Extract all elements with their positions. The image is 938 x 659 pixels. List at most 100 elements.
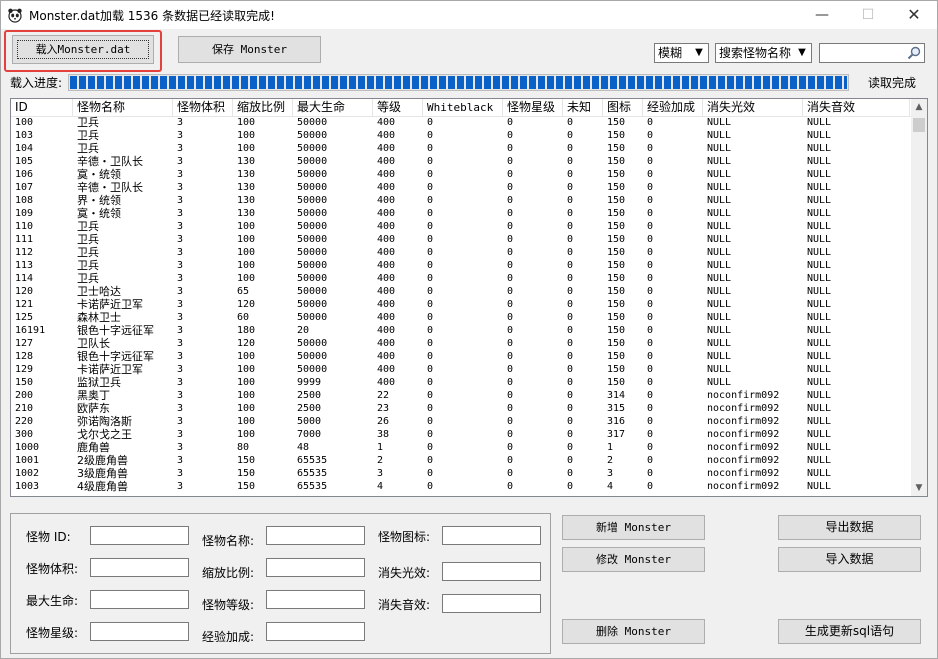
- level-input[interactable]: [266, 590, 365, 609]
- table-row[interactable]: 103 卫兵 3 100 50000 400 0 0 0 150 0 NULL NULL: [11, 129, 910, 142]
- modify-monster-button[interactable]: 修改 Monster: [562, 547, 705, 572]
- vanish-light-input[interactable]: [442, 562, 541, 581]
- table-row[interactable]: 114 卫兵 3 100 50000 400 0 0 0 150 0 NULL NULL: [11, 272, 910, 285]
- table-row[interactable]: 129 卡诺萨近卫军 3 100 50000 400 0 0 0 150 0 NULL NULL: [11, 363, 910, 376]
- table-cell: 0: [647, 169, 654, 180]
- minimize-button[interactable]: —: [799, 1, 845, 29]
- generate-sql-button[interactable]: 生成更新sql语句: [778, 619, 921, 644]
- table-cell: NULL: [707, 208, 732, 219]
- table-cell: 0: [427, 117, 434, 128]
- table-row[interactable]: 127 卫队长 3 120 50000 400 0 0 0 150 0 NULL NULL: [11, 337, 910, 350]
- table-row[interactable]: 109 寞・统领 3 130 50000 400 0 0 0 150 0 NULL NULL: [11, 207, 910, 220]
- table-row[interactable]: 1001 2级鹿角兽 3 150 65535 2 0 0 0 2 0 noconfirm092 NULL: [11, 454, 910, 467]
- close-button[interactable]: ✕: [891, 1, 937, 29]
- search-field-select[interactable]: 搜索怪物名称 ▼: [715, 43, 812, 63]
- table-cell: noconfirm092: [707, 481, 780, 492]
- table-row[interactable]: 104 卫兵 3 100 50000 400 0 0 0 150 0 NULL NULL: [11, 142, 910, 155]
- table-row[interactable]: 128 银色十字远征军 3 100 50000 400 0 0 0 150 0 NULL NULL: [11, 350, 910, 363]
- table-row[interactable]: 200 黑奥丁 3 100 2500 22 0 0 0 314 0 noconfirm092 NULL: [11, 389, 910, 402]
- icon-input[interactable]: [442, 526, 541, 545]
- table-row[interactable]: 111 卫兵 3 100 50000 400 0 0 0 150 0 NULL NULL: [11, 233, 910, 246]
- table-row[interactable]: 220 弥诺陶洛斯 3 100 5000 26 0 0 0 316 0 noconfirm092 NUL…: [11, 415, 910, 428]
- table-cell: 0: [567, 468, 574, 479]
- scroll-down-icon[interactable]: ▼: [911, 480, 927, 496]
- table-cell: 400: [377, 195, 396, 206]
- column-header[interactable]: 怪物星级: [503, 99, 563, 116]
- column-header[interactable]: 图标: [603, 99, 643, 116]
- scale-input[interactable]: [266, 558, 365, 577]
- max-hp-input[interactable]: [90, 590, 189, 609]
- table-cell: 100: [237, 377, 256, 388]
- column-header[interactable]: 等级: [373, 99, 423, 116]
- delete-monster-button[interactable]: 删除 Monster: [562, 619, 705, 644]
- icon-label: 怪物图标:: [378, 530, 431, 544]
- table-row[interactable]: 121 卡诺萨近卫军 3 120 50000 400 0 0 0 150 0 NULL NULL: [11, 298, 910, 311]
- column-header[interactable]: Whiteblack: [423, 99, 503, 116]
- monster-name-input[interactable]: [266, 526, 365, 545]
- table-row[interactable]: 150 监狱卫兵 3 100 9999 400 0 0 0 150 0 NULL NULL: [11, 376, 910, 389]
- maximize-button[interactable]: ☐: [845, 1, 891, 29]
- table-cell: 100: [237, 403, 256, 414]
- column-header[interactable]: 消失音效: [803, 99, 910, 116]
- monster-table[interactable]: ID 怪物名称 怪物体积 缩放比例 最大生命 等级 Whiteblack 怪物星级 未知 图标 经验…: [10, 98, 928, 497]
- column-header[interactable]: 怪物名称: [73, 99, 173, 116]
- table-row[interactable]: 1002 3级鹿角兽 3 150 65535 3 0 0 0 3 0 noconfirm092 NULL: [11, 467, 910, 480]
- table-row[interactable]: 110 卫兵 3 100 50000 400 0 0 0 150 0 NULL NULL: [11, 220, 910, 233]
- table-row[interactable]: 210 欧萨东 3 100 2500 23 0 0 0 315 0 noconfirm092 NULL: [11, 402, 910, 415]
- table-cell: 50000: [297, 364, 328, 375]
- table-row[interactable]: 112 卫兵 3 100 50000 400 0 0 0 150 0 NULL NULL: [11, 246, 910, 259]
- import-data-button[interactable]: 导入数据: [778, 547, 921, 572]
- column-header[interactable]: 未知: [563, 99, 603, 116]
- table-cell: 0: [507, 130, 514, 141]
- column-header[interactable]: 怪物体积: [173, 99, 233, 116]
- table-row[interactable]: 113 卫兵 3 100 50000 400 0 0 0 150 0 NULL NULL: [11, 259, 910, 272]
- export-data-button[interactable]: 导出数据: [778, 515, 921, 540]
- table-row[interactable]: 1003 4级鹿角兽 3 150 65535 4 0 0 0 4 0 noconfirm092 NULL: [11, 480, 910, 493]
- column-header[interactable]: 经验加成: [643, 99, 703, 116]
- column-header[interactable]: 最大生命: [293, 99, 373, 116]
- table-row[interactable]: 105 辛德・卫队长 3 130 50000 400 0 0 0 150 0 NULL NULL: [11, 155, 910, 168]
- table-row[interactable]: 300 戈尔戈之王 3 100 7000 38 0 0 0 317 0 noconfirm092 NUL…: [11, 428, 910, 441]
- match-mode-select[interactable]: 模糊 ▼: [654, 43, 709, 63]
- table-cell: 0: [427, 416, 434, 427]
- volume-input[interactable]: [90, 558, 189, 577]
- title-bar[interactable]: Monster.dat加载 1536 条数据已经读取完成! — ☐ ✕: [1, 1, 937, 29]
- table-row[interactable]: 107 辛德・卫队长 3 130 50000 400 0 0 0 150 0 NULL NULL: [11, 181, 910, 194]
- table-cell: 0: [567, 156, 574, 167]
- table-cell: 400: [377, 364, 396, 375]
- vanish-sound-input[interactable]: [442, 594, 541, 613]
- table-cell: 129: [15, 364, 34, 375]
- table-row[interactable]: 106 寞・统领 3 130 50000 400 0 0 0 150 0 NULL NULL: [11, 168, 910, 181]
- column-header[interactable]: 缩放比例: [233, 99, 293, 116]
- table-cell: 400: [377, 169, 396, 180]
- save-monster-button[interactable]: 保存 Monster: [178, 36, 321, 63]
- search-input[interactable]: [819, 43, 925, 63]
- search-icon[interactable]: [906, 45, 922, 61]
- table-cell: 卫兵: [77, 129, 99, 142]
- vertical-scrollbar[interactable]: ▲ ▼: [911, 99, 927, 496]
- table-row[interactable]: 1000 鹿角兽 3 80 48 1 0 0 0 1 0 noconfirm092 NULL: [11, 441, 910, 454]
- table-row[interactable]: 108 界・统领 3 130 50000 400 0 0 0 150 0 NULL NULL: [11, 194, 910, 207]
- table-body[interactable]: 100 卫兵 3 100 50000 400 0 0 0 150 0 NULL NULL 103 卫兵 3 10…: [11, 116, 910, 496]
- load-monster-dat-button[interactable]: 载入Monster.dat: [12, 35, 154, 64]
- table-row[interactable]: 16191 银色十字远征军 3 180 20 400 0 0 0 150 0 NULL NULL: [11, 324, 910, 337]
- table-cell: 银色十字远征军: [77, 324, 154, 337]
- table-row[interactable]: 125 森林卫士 3 60 50000 400 0 0 0 150 0 NULL NULL: [11, 311, 910, 324]
- table-cell: NULL: [707, 377, 732, 388]
- scrollbar-thumb[interactable]: [913, 118, 925, 132]
- table-cell: NULL: [807, 312, 832, 323]
- table-cell: 130: [237, 182, 256, 193]
- table-cell: NULL: [707, 234, 732, 245]
- table-cell: 0: [647, 208, 654, 219]
- star-input[interactable]: [90, 622, 189, 641]
- table-row[interactable]: 100 卫兵 3 100 50000 400 0 0 0 150 0 NULL NULL: [11, 116, 910, 129]
- scroll-up-icon[interactable]: ▲: [911, 99, 927, 115]
- exp-bonus-input[interactable]: [266, 622, 365, 641]
- table-cell: 113: [15, 260, 34, 271]
- table-cell: 0: [567, 143, 574, 154]
- column-header[interactable]: ID: [11, 99, 73, 116]
- monster-id-input[interactable]: [90, 526, 189, 545]
- table-row[interactable]: 120 卫士哈达 3 65 50000 400 0 0 0 150 0 NULL NULL: [11, 285, 910, 298]
- column-header[interactable]: 消失光效: [703, 99, 803, 116]
- add-monster-button[interactable]: 新增 Monster: [562, 515, 705, 540]
